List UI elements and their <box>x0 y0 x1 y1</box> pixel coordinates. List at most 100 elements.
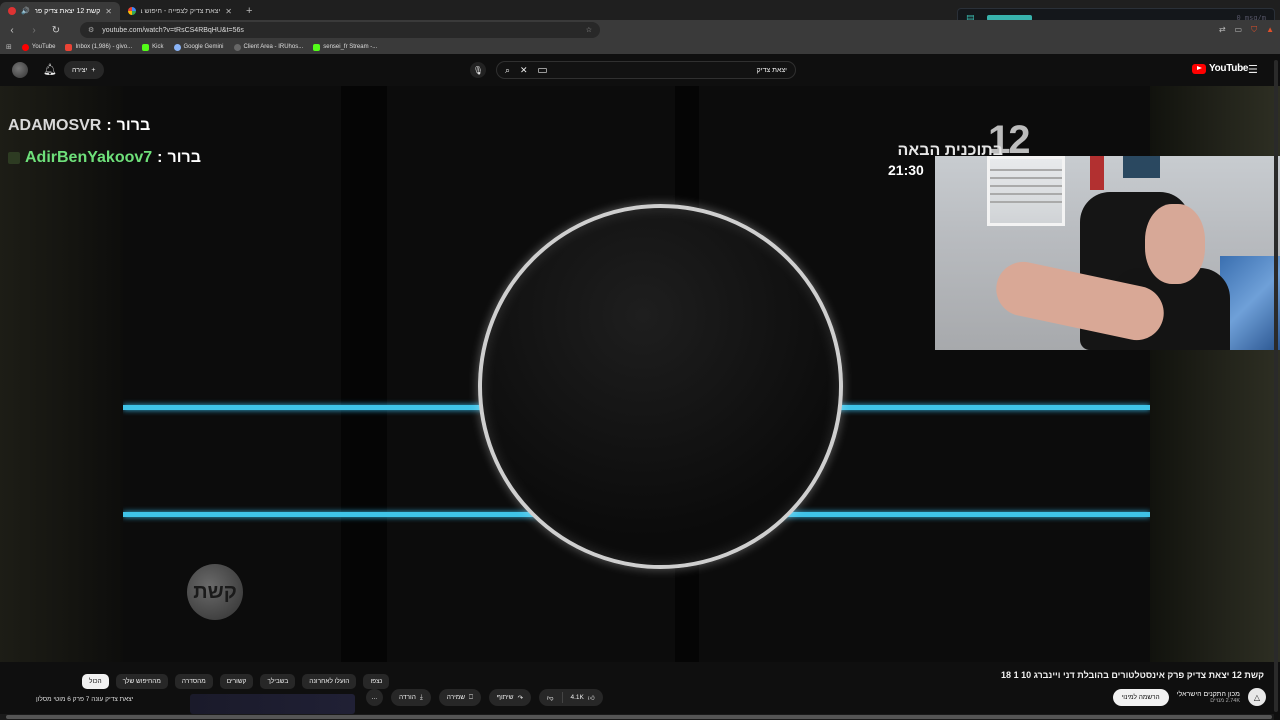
chip-recently-uploaded[interactable]: הועלו לאחרונה <box>302 674 357 689</box>
voice-search-mic-icon[interactable]: 🎙︎ <box>470 62 486 78</box>
cam-person-head <box>1145 204 1205 284</box>
chip-watched[interactable]: נצפו <box>363 674 390 689</box>
more-actions-button[interactable]: ... <box>366 689 383 706</box>
globe-icon <box>233 43 241 51</box>
like-button[interactable]: 4.1K 👍︎ <box>563 689 603 706</box>
up-next-title[interactable]: יצאת צדיק עונה 7 פרק 6 מוטי מסלון <box>36 696 133 703</box>
bookmark-star-icon[interactable]: ☆ <box>586 26 592 34</box>
subscriber-count: 2.74K מנויים <box>1210 697 1240 704</box>
notifications-bell-icon[interactable]: 🔔︎ <box>43 63 57 76</box>
video-actions: ... הורדה ⤓ שמירה ⎕ שיתוף ↷ 👎︎ 4.1K 👍︎ <box>366 689 603 706</box>
search-icon[interactable]: ⌕ <box>505 65 510 76</box>
channel-info: △ מכון התקנים הישראלי 2.74K מנויים הרשמה… <box>1112 688 1266 706</box>
apps-grid-icon[interactable]: ⊞ <box>6 43 12 51</box>
cam-poster <box>1090 156 1104 190</box>
youtube-header: 🔔︎ יצירה + 🎙︎ ⌕ ✕ יצאת צדיק YouTube ☰ <box>0 54 1280 86</box>
chip-for-you[interactable]: בשבילך <box>260 674 296 689</box>
dislike-button[interactable]: 👎︎ <box>539 689 562 706</box>
back-arrow-icon[interactable]: ‹ <box>6 25 18 36</box>
chat-badge-icon <box>8 152 20 164</box>
webcam-overlay <box>935 156 1280 350</box>
thumbs-down-icon: 👎︎ <box>546 694 554 702</box>
download-icon: ⤓ <box>419 693 423 701</box>
chip-from-series[interactable]: מהסדרה <box>174 674 213 689</box>
channel-text: מכון התקנים הישראלי 2.74K מנויים <box>1177 691 1240 704</box>
bookmark-gmail[interactable]: Inbox (1,986) - givo... <box>65 43 132 51</box>
new-tab-button[interactable]: + <box>240 2 258 20</box>
extension-icons: ⇄ ▭ ⛉ ▲ <box>1219 25 1274 35</box>
create-label: יצירה <box>72 66 88 74</box>
browser-tab-active[interactable]: 🔊 קשת 12 יצאת צדיק פרק אינס ✕ <box>0 2 120 20</box>
close-tab-icon[interactable]: ✕ <box>225 7 232 16</box>
horizontal-scrollbar[interactable] <box>0 714 1274 720</box>
bookmark-client-area[interactable]: Client Area - IRUhos... <box>233 43 303 51</box>
youtube-logo-text: YouTube <box>1209 63 1249 74</box>
bookmark-icon: ⎕ <box>469 693 473 701</box>
share-arrow-icon: ↷ <box>517 694 523 702</box>
chat-message-text: ברור <box>116 117 151 134</box>
subscribe-button[interactable]: הרשמה למינוי <box>1112 688 1169 706</box>
save-button[interactable]: שמירה ⎕ <box>438 689 481 706</box>
youtube-play-logo-icon <box>1192 63 1206 74</box>
chat-message-text: ברור <box>167 149 201 166</box>
cam-window <box>987 156 1065 226</box>
browser-tab[interactable]: יצאת צדיק לצפייה - חיפוש ב-Google ✕ <box>120 2 240 20</box>
url-text: youtube.com/watch?v=tRsCS4RBqHU&t=56s <box>102 26 244 34</box>
site-info-icon[interactable]: ⚙ <box>88 26 94 34</box>
google-favicon-icon <box>128 7 136 15</box>
scrollbar-thumb[interactable] <box>6 715 1272 719</box>
channel-avatar[interactable]: △ <box>1248 688 1266 706</box>
bookmark-sensei[interactable]: sensei_fr Stream -... <box>313 43 377 51</box>
kick-icon <box>142 43 150 51</box>
youtube-favicon-icon <box>8 7 16 15</box>
bg-pillar <box>341 86 387 662</box>
up-next-thumbnail[interactable] <box>190 694 355 714</box>
youtube-logo[interactable]: YouTube <box>1192 63 1249 74</box>
download-button[interactable]: הורדה ⤓ <box>391 689 431 706</box>
brave-shield-icon[interactable]: ⛉ <box>1251 25 1257 35</box>
screen: 🔊 קשת 12 יצאת צדיק פרק אינס ✕ יצאת צדיק … <box>0 0 1280 720</box>
youtube-icon <box>21 43 29 51</box>
bookmark-kick[interactable]: Kick <box>142 43 164 51</box>
rewards-icon[interactable]: ▲ <box>1266 25 1274 35</box>
thumbs-up-icon: 👍︎ <box>587 694 595 702</box>
search-input[interactable]: ⌕ ✕ יצאת צדיק <box>496 61 796 79</box>
cam-poster <box>1123 156 1160 178</box>
chat-message: AdirBenYakoov7 : ברור <box>8 147 201 169</box>
chat-message: ADAMOSVR : ברור <box>8 115 201 137</box>
account-avatar[interactable] <box>12 62 28 78</box>
stream-chat-overlay: ADAMOSVR : ברור AdirBenYakoov7 : ברור <box>8 115 201 179</box>
translate-icon[interactable]: ⇄ <box>1219 25 1226 35</box>
keyboard-icon[interactable] <box>537 67 547 73</box>
like-dislike-group: 👎︎ 4.1K 👍︎ <box>538 689 603 706</box>
plus-icon: + <box>91 66 96 74</box>
channel-name[interactable]: מכון התקנים הישראלי <box>1177 691 1240 698</box>
keshet-watermark-logo: קשת <box>187 564 243 620</box>
chat-separator: : <box>106 117 112 134</box>
close-tab-icon[interactable]: ✕ <box>105 7 112 16</box>
chat-separator: : <box>157 149 163 166</box>
related-filter-chips: הכול מהחיפוש שלך מהסדרה קשורים בשבילך הו… <box>82 674 390 689</box>
chat-username: AdirBenYakoov7 <box>25 149 153 166</box>
address-bar-row: ‹ › ↻ ⚙ youtube.com/watch?v=tRsCS4RBqHU&… <box>0 20 1280 40</box>
bookmark-youtube[interactable]: YouTube <box>21 43 55 51</box>
bookmark-gemini[interactable]: Google Gemini <box>173 43 224 51</box>
bookmarks-bar: ⊞ YouTube Inbox (1,986) - givo... Kick G… <box>0 40 1280 54</box>
cast-icon[interactable]: ▭ <box>1235 25 1243 35</box>
chip-from-search[interactable]: מהחיפוש שלך <box>115 674 168 689</box>
video-info-bar: הכול מהחיפוש שלך מהסדרה קשורים בשבילך הו… <box>0 662 1280 720</box>
forward-arrow-icon[interactable]: › <box>28 25 40 36</box>
gmail-icon <box>65 43 73 51</box>
chip-related[interactable]: קשורים <box>219 674 254 689</box>
reload-icon[interactable]: ↻ <box>50 25 62 36</box>
kick-icon <box>313 43 321 51</box>
clear-search-icon[interactable]: ✕ <box>520 65 528 76</box>
url-field[interactable]: ⚙ youtube.com/watch?v=tRsCS4RBqHU&t=56s … <box>80 22 600 38</box>
hamburger-menu-icon[interactable]: ☰ <box>1248 63 1258 76</box>
share-button[interactable]: שיתוף ↷ <box>488 689 531 706</box>
create-button[interactable]: יצירה + <box>64 61 104 79</box>
chip-all[interactable]: הכול <box>82 674 109 689</box>
chat-username: ADAMOSVR <box>8 117 102 134</box>
speaker-icon: 🔊 <box>21 8 30 15</box>
vertical-scrollbar[interactable] <box>1274 60 1278 712</box>
